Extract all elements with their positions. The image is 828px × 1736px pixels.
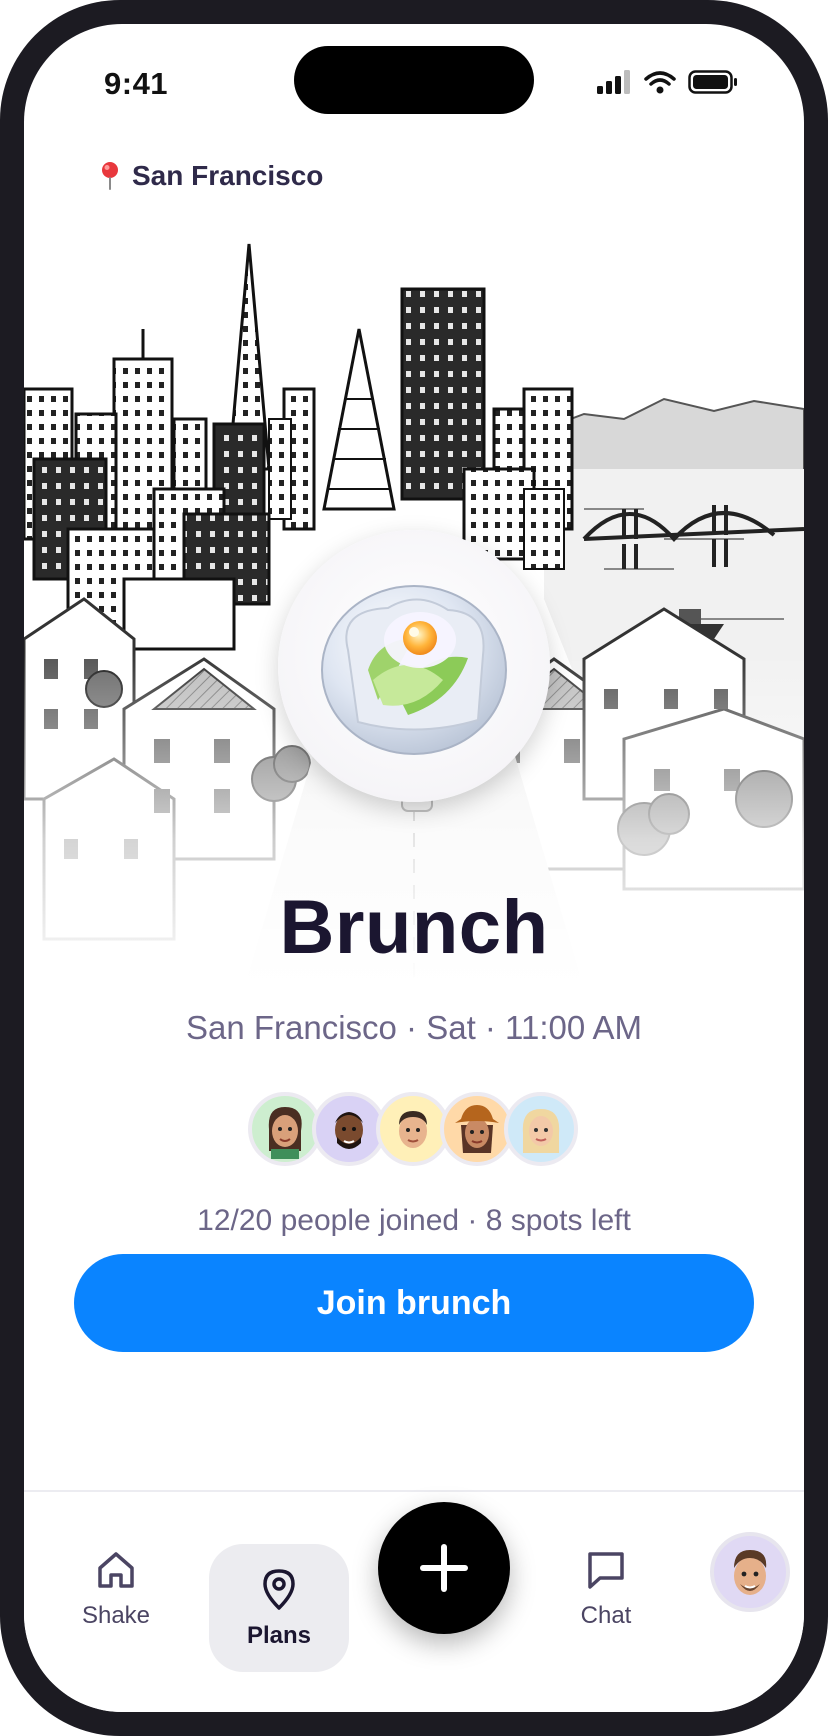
event-details: San Francisco · Sat · 11:00 AM bbox=[185, 1009, 643, 1046]
chat-bubble-icon bbox=[588, 1552, 624, 1589]
status-time: 9:41 bbox=[104, 66, 169, 101]
battery-icon bbox=[688, 70, 737, 94]
attendee-avatar bbox=[312, 1092, 386, 1166]
join-event-button[interactable]: Join brunch bbox=[74, 1254, 754, 1352]
phone-frame: 9:41 San Francisco Brunch San Francisco … bbox=[0, 0, 828, 1736]
memoji-avatar-icon bbox=[734, 1550, 767, 1595]
tab-label: Plans bbox=[246, 1622, 312, 1649]
attendee-avatar bbox=[440, 1092, 514, 1166]
attendee-avatars[interactable] bbox=[248, 1092, 578, 1166]
pushpin-icon bbox=[102, 162, 118, 190]
attendee-avatar bbox=[504, 1092, 578, 1166]
home-icon bbox=[98, 1552, 134, 1588]
event-title: Brunch bbox=[279, 885, 549, 970]
tab-chat[interactable]: Chat bbox=[556, 1548, 656, 1630]
profile-avatar-button[interactable] bbox=[710, 1532, 790, 1612]
tab-shake[interactable]: Shake bbox=[66, 1548, 166, 1630]
memoji-avatar-icon bbox=[399, 1111, 427, 1148]
dynamic-island bbox=[294, 46, 534, 114]
home-indicator bbox=[274, 1684, 554, 1692]
tab-plans[interactable]: Plans bbox=[209, 1544, 349, 1672]
memoji-avatar-icon bbox=[335, 1112, 363, 1149]
status-icons bbox=[596, 70, 738, 94]
memoji-avatar-icon bbox=[455, 1105, 499, 1153]
attendee-avatar bbox=[376, 1092, 450, 1166]
create-plan-button[interactable] bbox=[378, 1502, 510, 1634]
tab-label: Chat bbox=[580, 1602, 632, 1629]
tab-label: Shake bbox=[81, 1602, 151, 1629]
memoji-avatar-icon bbox=[522, 1109, 560, 1153]
location-label: San Francisco bbox=[132, 160, 324, 191]
wifi-icon bbox=[644, 71, 676, 94]
attendee-avatar bbox=[248, 1092, 322, 1166]
location-selector[interactable]: San Francisco bbox=[98, 160, 323, 192]
plus-icon bbox=[420, 1544, 468, 1592]
map-pin-icon bbox=[263, 1569, 295, 1610]
spots-status: 12/20 people joined · 8 spots left bbox=[197, 1204, 631, 1237]
avocado-toast-icon bbox=[321, 585, 507, 755]
event-emoji-badge bbox=[278, 530, 550, 802]
memoji-avatar-icon bbox=[268, 1107, 302, 1159]
cellular-signal-icon bbox=[597, 70, 630, 94]
screen: 9:41 San Francisco Brunch San Francisco … bbox=[24, 24, 804, 1712]
